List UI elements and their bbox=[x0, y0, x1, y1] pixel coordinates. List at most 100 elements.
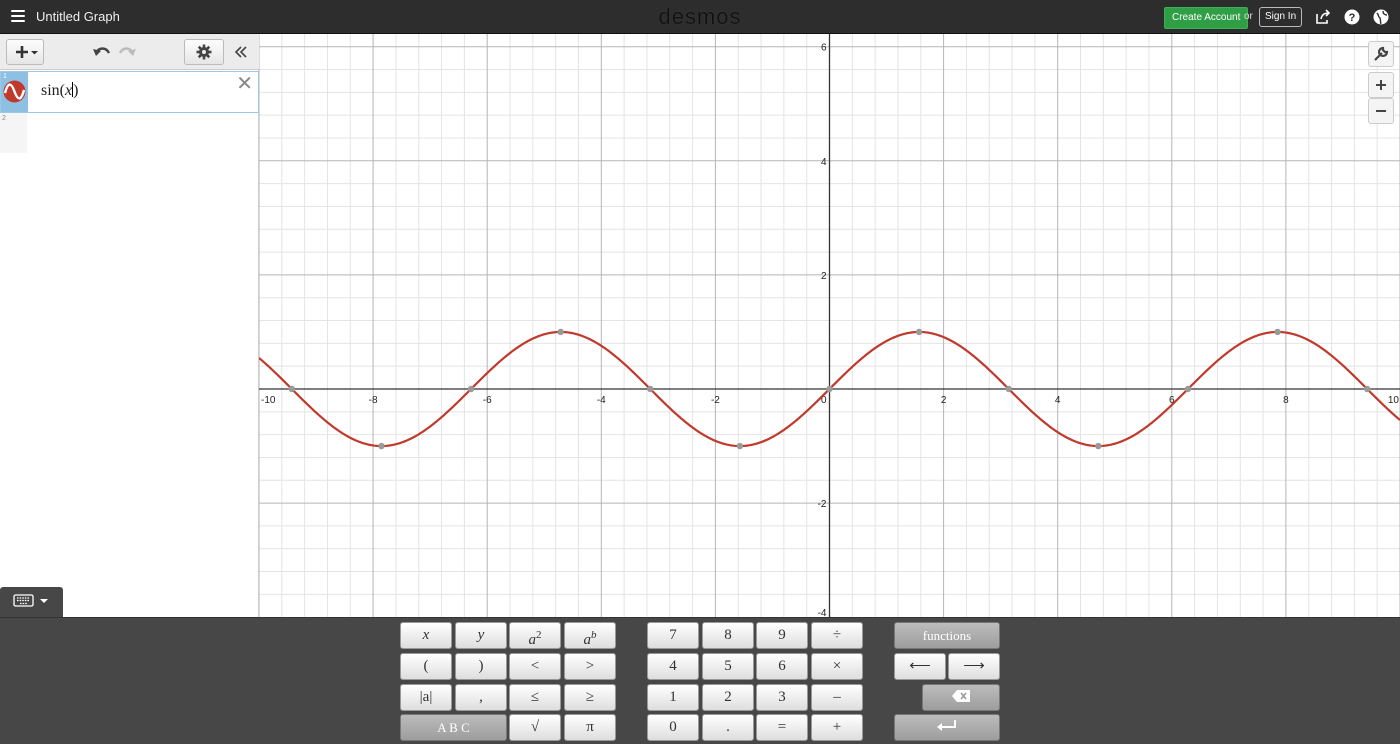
x-tick-label: 10 bbox=[1388, 395, 1400, 406]
expression-index: 1 bbox=[3, 73, 7, 80]
key-1[interactable]: 1 bbox=[647, 684, 699, 711]
zero-point bbox=[647, 385, 654, 393]
y-tick-label: 4 bbox=[821, 157, 827, 168]
extremum-point bbox=[1274, 328, 1281, 336]
key-less-equal[interactable]: ≤ bbox=[509, 684, 561, 711]
key-left-paren[interactable]: ( bbox=[400, 653, 452, 680]
key-multiply[interactable]: × bbox=[811, 653, 863, 680]
share-icon[interactable] bbox=[1314, 8, 1332, 26]
expression-input[interactable]: sin(x) bbox=[41, 82, 78, 100]
expression-row[interactable]: 1 sin(x) ✕ bbox=[0, 71, 259, 113]
key-minus[interactable]: – bbox=[811, 684, 863, 711]
key-square-exponent: 2 bbox=[536, 629, 542, 641]
key-equals[interactable]: = bbox=[756, 714, 808, 741]
zoom-in-button[interactable] bbox=[1368, 72, 1394, 98]
zero-point bbox=[1363, 385, 1371, 393]
graph-style-icon[interactable] bbox=[3, 80, 26, 103]
or-label: or bbox=[1244, 11, 1253, 22]
key-less-than[interactable]: < bbox=[509, 653, 561, 680]
key-greater-equal[interactable]: ≥ bbox=[564, 684, 616, 711]
x-tick-label: 4 bbox=[1055, 395, 1061, 406]
key-y-label: y bbox=[477, 627, 485, 643]
keyboard-icon bbox=[13, 594, 48, 607]
key-5[interactable]: 5 bbox=[702, 653, 754, 680]
enter-icon bbox=[937, 720, 956, 731]
zero-point bbox=[826, 385, 833, 393]
key-9[interactable]: 9 bbox=[756, 622, 808, 649]
key-greater-than[interactable]: > bbox=[564, 653, 616, 680]
minus-icon bbox=[1376, 110, 1386, 112]
key-divide[interactable]: ÷ bbox=[811, 622, 863, 649]
add-item-button[interactable] bbox=[6, 39, 44, 65]
key-3[interactable]: 3 bbox=[756, 684, 808, 711]
key-x[interactable]: x bbox=[400, 622, 452, 649]
key-base-label: a bbox=[583, 632, 592, 648]
y-tick-label: 6 bbox=[821, 43, 827, 54]
key-right-paren[interactable]: ) bbox=[455, 653, 507, 680]
key-abs[interactable]: |a| bbox=[400, 684, 452, 711]
zero-point bbox=[288, 385, 296, 393]
extremum-point bbox=[378, 442, 385, 450]
x-tick-label: -2 bbox=[711, 395, 720, 406]
help-icon[interactable]: ? bbox=[1343, 8, 1361, 26]
key-cursor-right[interactable]: ⟶ bbox=[948, 653, 1000, 680]
key-backspace[interactable] bbox=[922, 684, 1000, 711]
key-y[interactable]: y bbox=[455, 622, 507, 649]
key-power[interactable]: ab bbox=[564, 622, 616, 649]
key-4[interactable]: 4 bbox=[647, 653, 699, 680]
delete-expression-icon[interactable]: ✕ bbox=[236, 74, 253, 94]
plus-icon bbox=[16, 46, 38, 58]
key-comma[interactable]: , bbox=[455, 684, 507, 711]
close-paren: ) bbox=[73, 82, 79, 99]
key-pi[interactable]: π bbox=[564, 714, 616, 741]
tick-labels: -10 -8 -6 -4 -2 0 2 4 6 8 10-4-2246 bbox=[261, 43, 1399, 617]
extremum-point bbox=[557, 328, 564, 336]
hamburger-menu-icon[interactable] bbox=[11, 10, 25, 23]
redo-icon[interactable] bbox=[117, 44, 137, 60]
math-keypad: x y a2 ab ( ) < > |a| , ≤ ≥ A B C √ π 7 … bbox=[0, 617, 1400, 744]
sign-in-button[interactable]: Sign In bbox=[1259, 7, 1303, 27]
key-plus[interactable]: + bbox=[811, 714, 863, 741]
key-2[interactable]: 2 bbox=[702, 684, 754, 711]
x-tick-label: -10 bbox=[261, 395, 276, 406]
zero-point bbox=[467, 385, 475, 393]
key-sqrt[interactable]: √ bbox=[509, 714, 561, 741]
extremum-point bbox=[1095, 442, 1102, 450]
settings-button[interactable] bbox=[184, 39, 224, 65]
wrench-icon bbox=[1374, 46, 1389, 61]
key-decimal[interactable]: . bbox=[702, 714, 754, 741]
zero-point bbox=[1184, 385, 1192, 393]
key-8[interactable]: 8 bbox=[702, 622, 754, 649]
x-tick-label: -8 bbox=[369, 395, 378, 406]
y-tick-label: 2 bbox=[821, 271, 827, 282]
plus-icon bbox=[1376, 80, 1386, 90]
language-globe-icon[interactable] bbox=[1372, 8, 1390, 26]
key-enter[interactable] bbox=[894, 714, 1000, 741]
x-tick-label: -4 bbox=[597, 395, 606, 406]
expression-gutter[interactable]: 1 bbox=[1, 72, 28, 112]
undo-icon[interactable] bbox=[92, 44, 112, 60]
graph-canvas[interactable]: -10 -8 -6 -4 -2 0 2 4 6 8 10-4-2246 bbox=[259, 34, 1400, 617]
collapse-panel-icon[interactable] bbox=[234, 45, 248, 59]
extremum-point bbox=[736, 442, 744, 450]
key-0[interactable]: 0 bbox=[647, 714, 699, 741]
key-7[interactable]: 7 bbox=[647, 622, 699, 649]
create-account-button[interactable]: Create Account bbox=[1164, 7, 1249, 29]
keyboard-toggle-button[interactable] bbox=[0, 587, 63, 618]
expression-index: 2 bbox=[2, 115, 6, 122]
key-abc[interactable]: A B C bbox=[400, 714, 507, 741]
key-square[interactable]: a2 bbox=[509, 622, 561, 649]
expression-gutter-empty[interactable]: 2 bbox=[0, 113, 27, 153]
zoom-out-button[interactable] bbox=[1368, 98, 1394, 124]
expression-panel: 1 sin(x) ✕ 2 bbox=[0, 34, 259, 617]
y-tick-label: -2 bbox=[818, 499, 827, 510]
key-functions[interactable]: functions bbox=[894, 622, 1000, 649]
key-base-label: a bbox=[528, 632, 537, 648]
x-tick-label: 2 bbox=[941, 395, 947, 406]
graph-title[interactable]: Untitled Graph bbox=[36, 9, 120, 24]
graph-paper[interactable]: -10 -8 -6 -4 -2 0 2 4 6 8 10 -4 -2 2 4 6 bbox=[259, 34, 1400, 617]
key-cursor-left[interactable]: ⟵ bbox=[894, 653, 946, 680]
key-6[interactable]: 6 bbox=[756, 653, 808, 680]
y-tick-label: -4 bbox=[818, 608, 827, 617]
graph-settings-button[interactable] bbox=[1368, 41, 1394, 67]
